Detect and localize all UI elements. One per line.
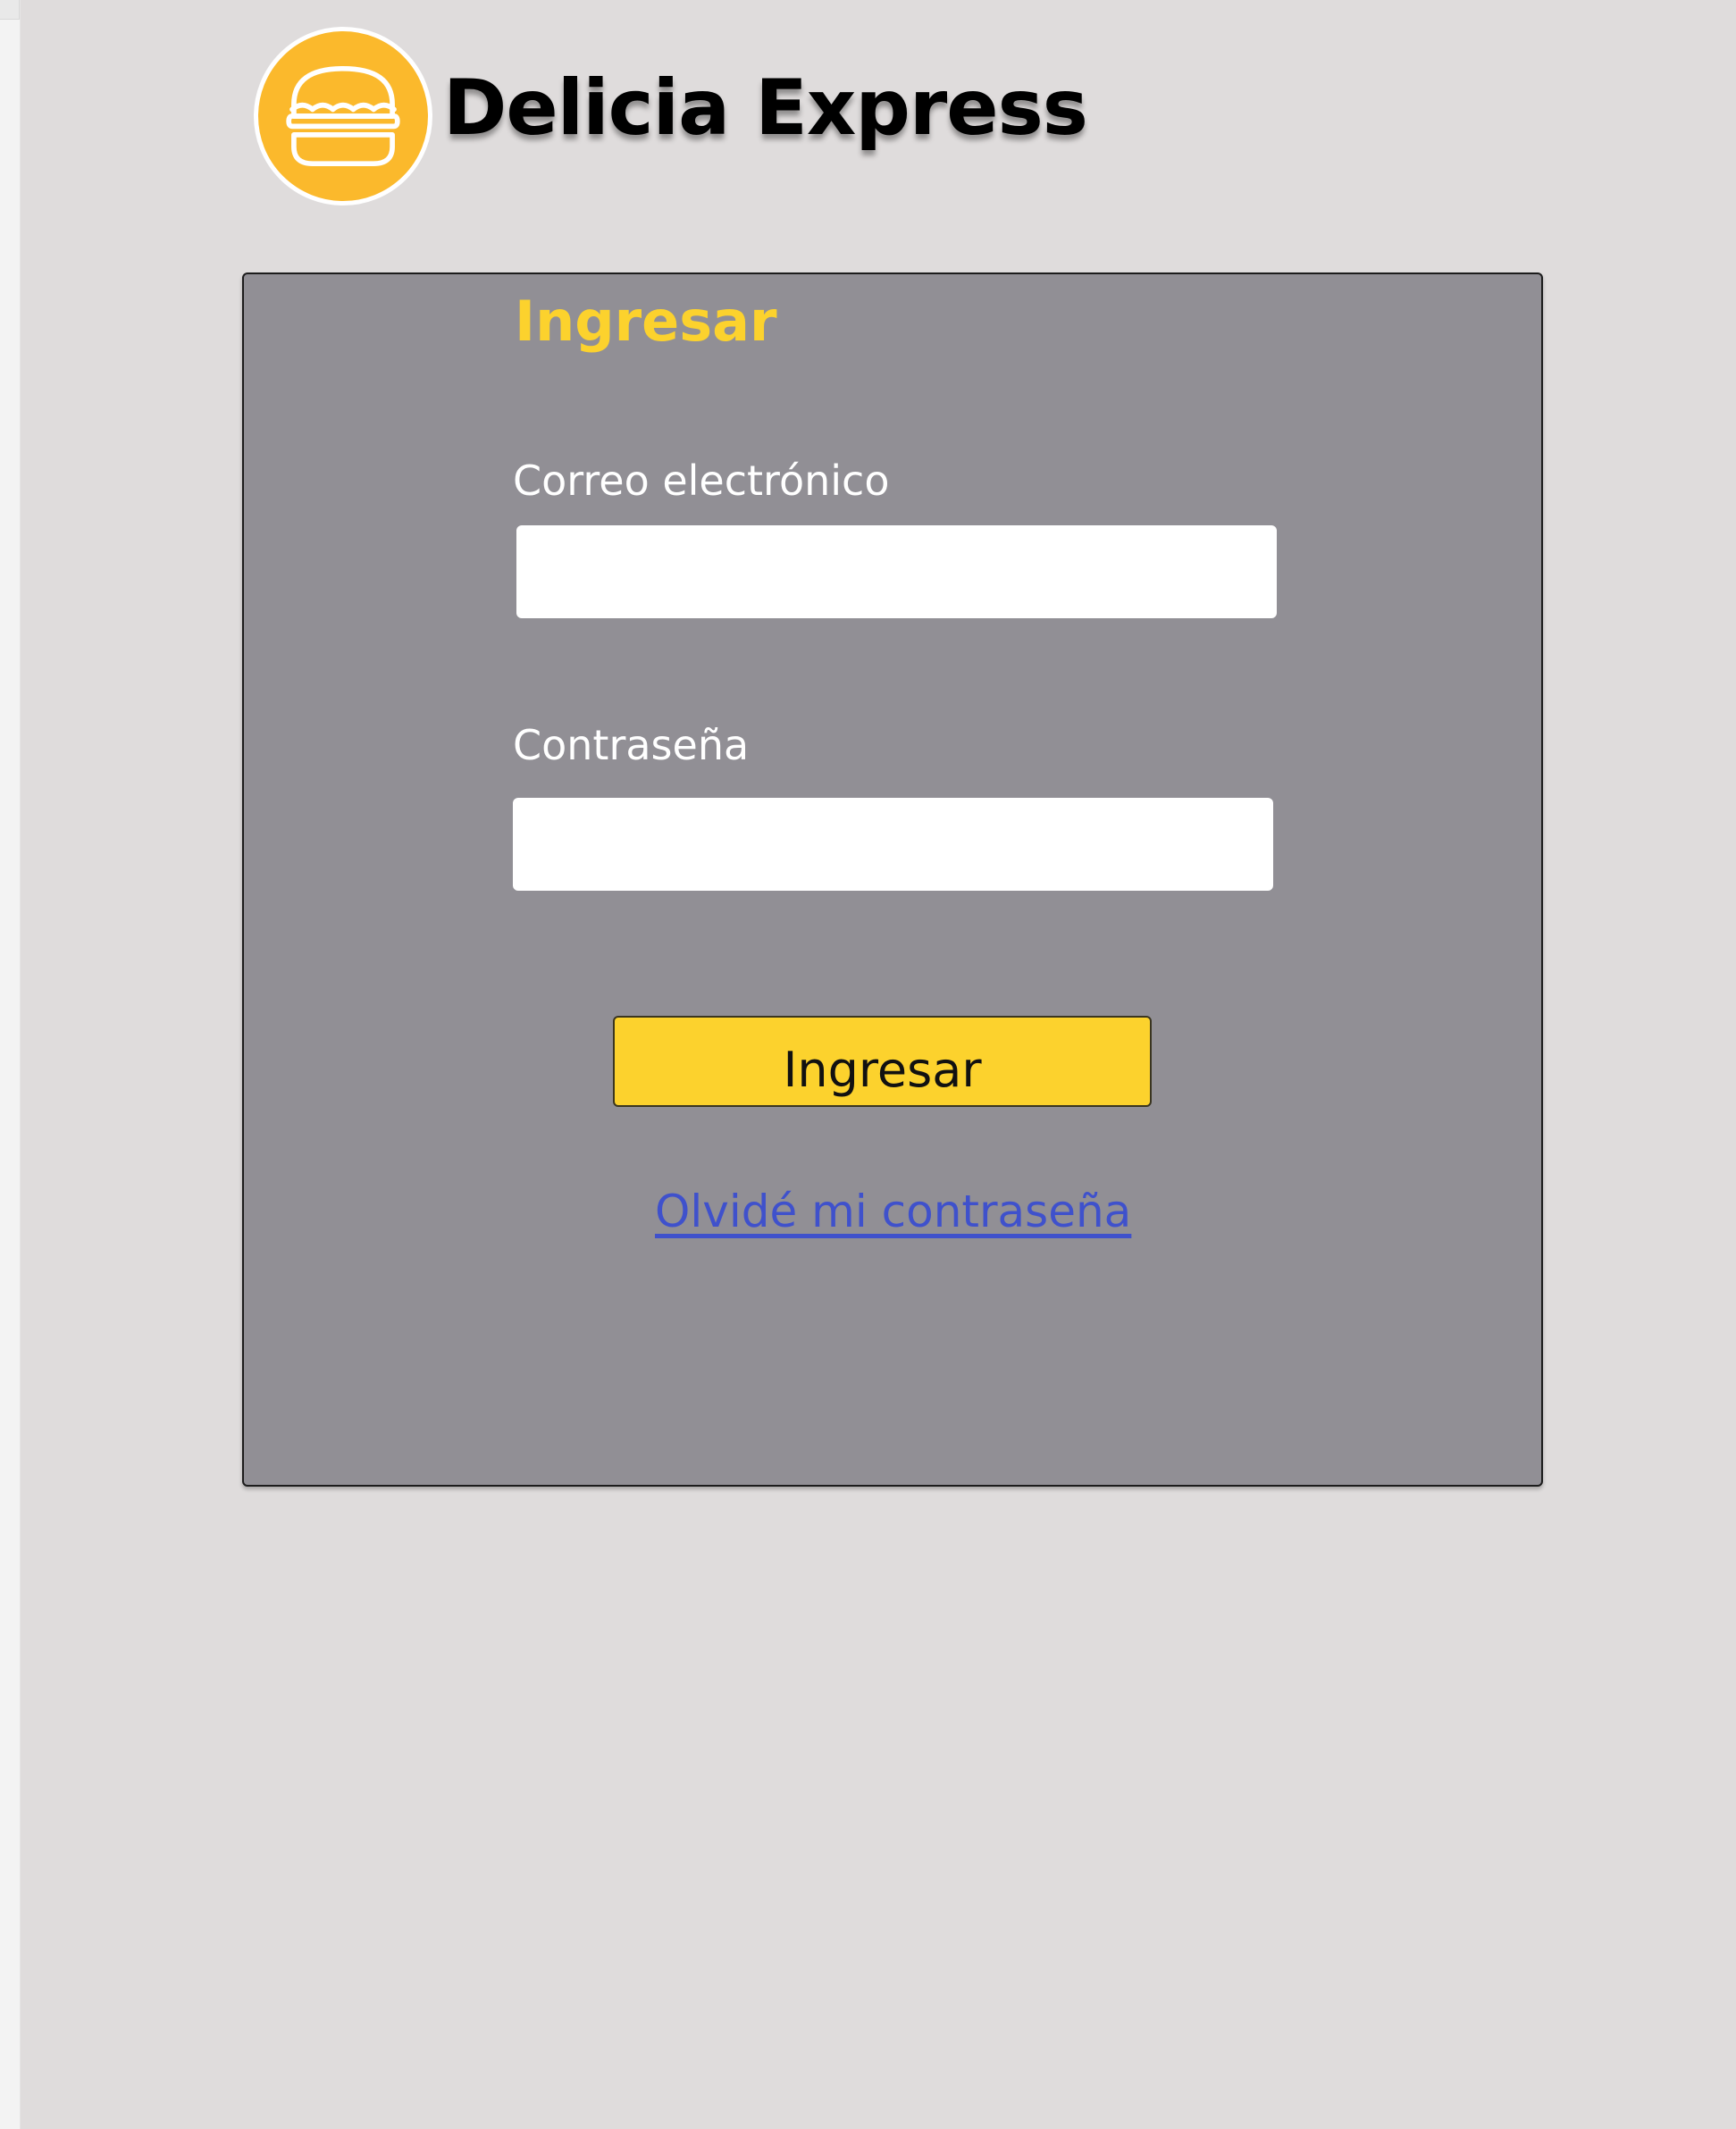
corner-box (0, 0, 20, 20)
login-title: Ingresar (515, 289, 777, 354)
password-label: Contraseña (513, 721, 750, 769)
left-edge-strip (0, 0, 21, 2129)
logo (254, 27, 432, 205)
forgot-password-link[interactable]: Olvidé mi contraseña (655, 1185, 1131, 1238)
password-field[interactable] (513, 798, 1273, 891)
email-field[interactable] (516, 525, 1277, 618)
login-button[interactable]: Ingresar (613, 1016, 1152, 1107)
brand-name: Delicia Express (443, 63, 1088, 153)
burger-icon (286, 65, 400, 167)
email-label: Correo electrónico (513, 457, 890, 505)
login-card: Ingresar Correo electrónico Contraseña I… (242, 272, 1543, 1487)
